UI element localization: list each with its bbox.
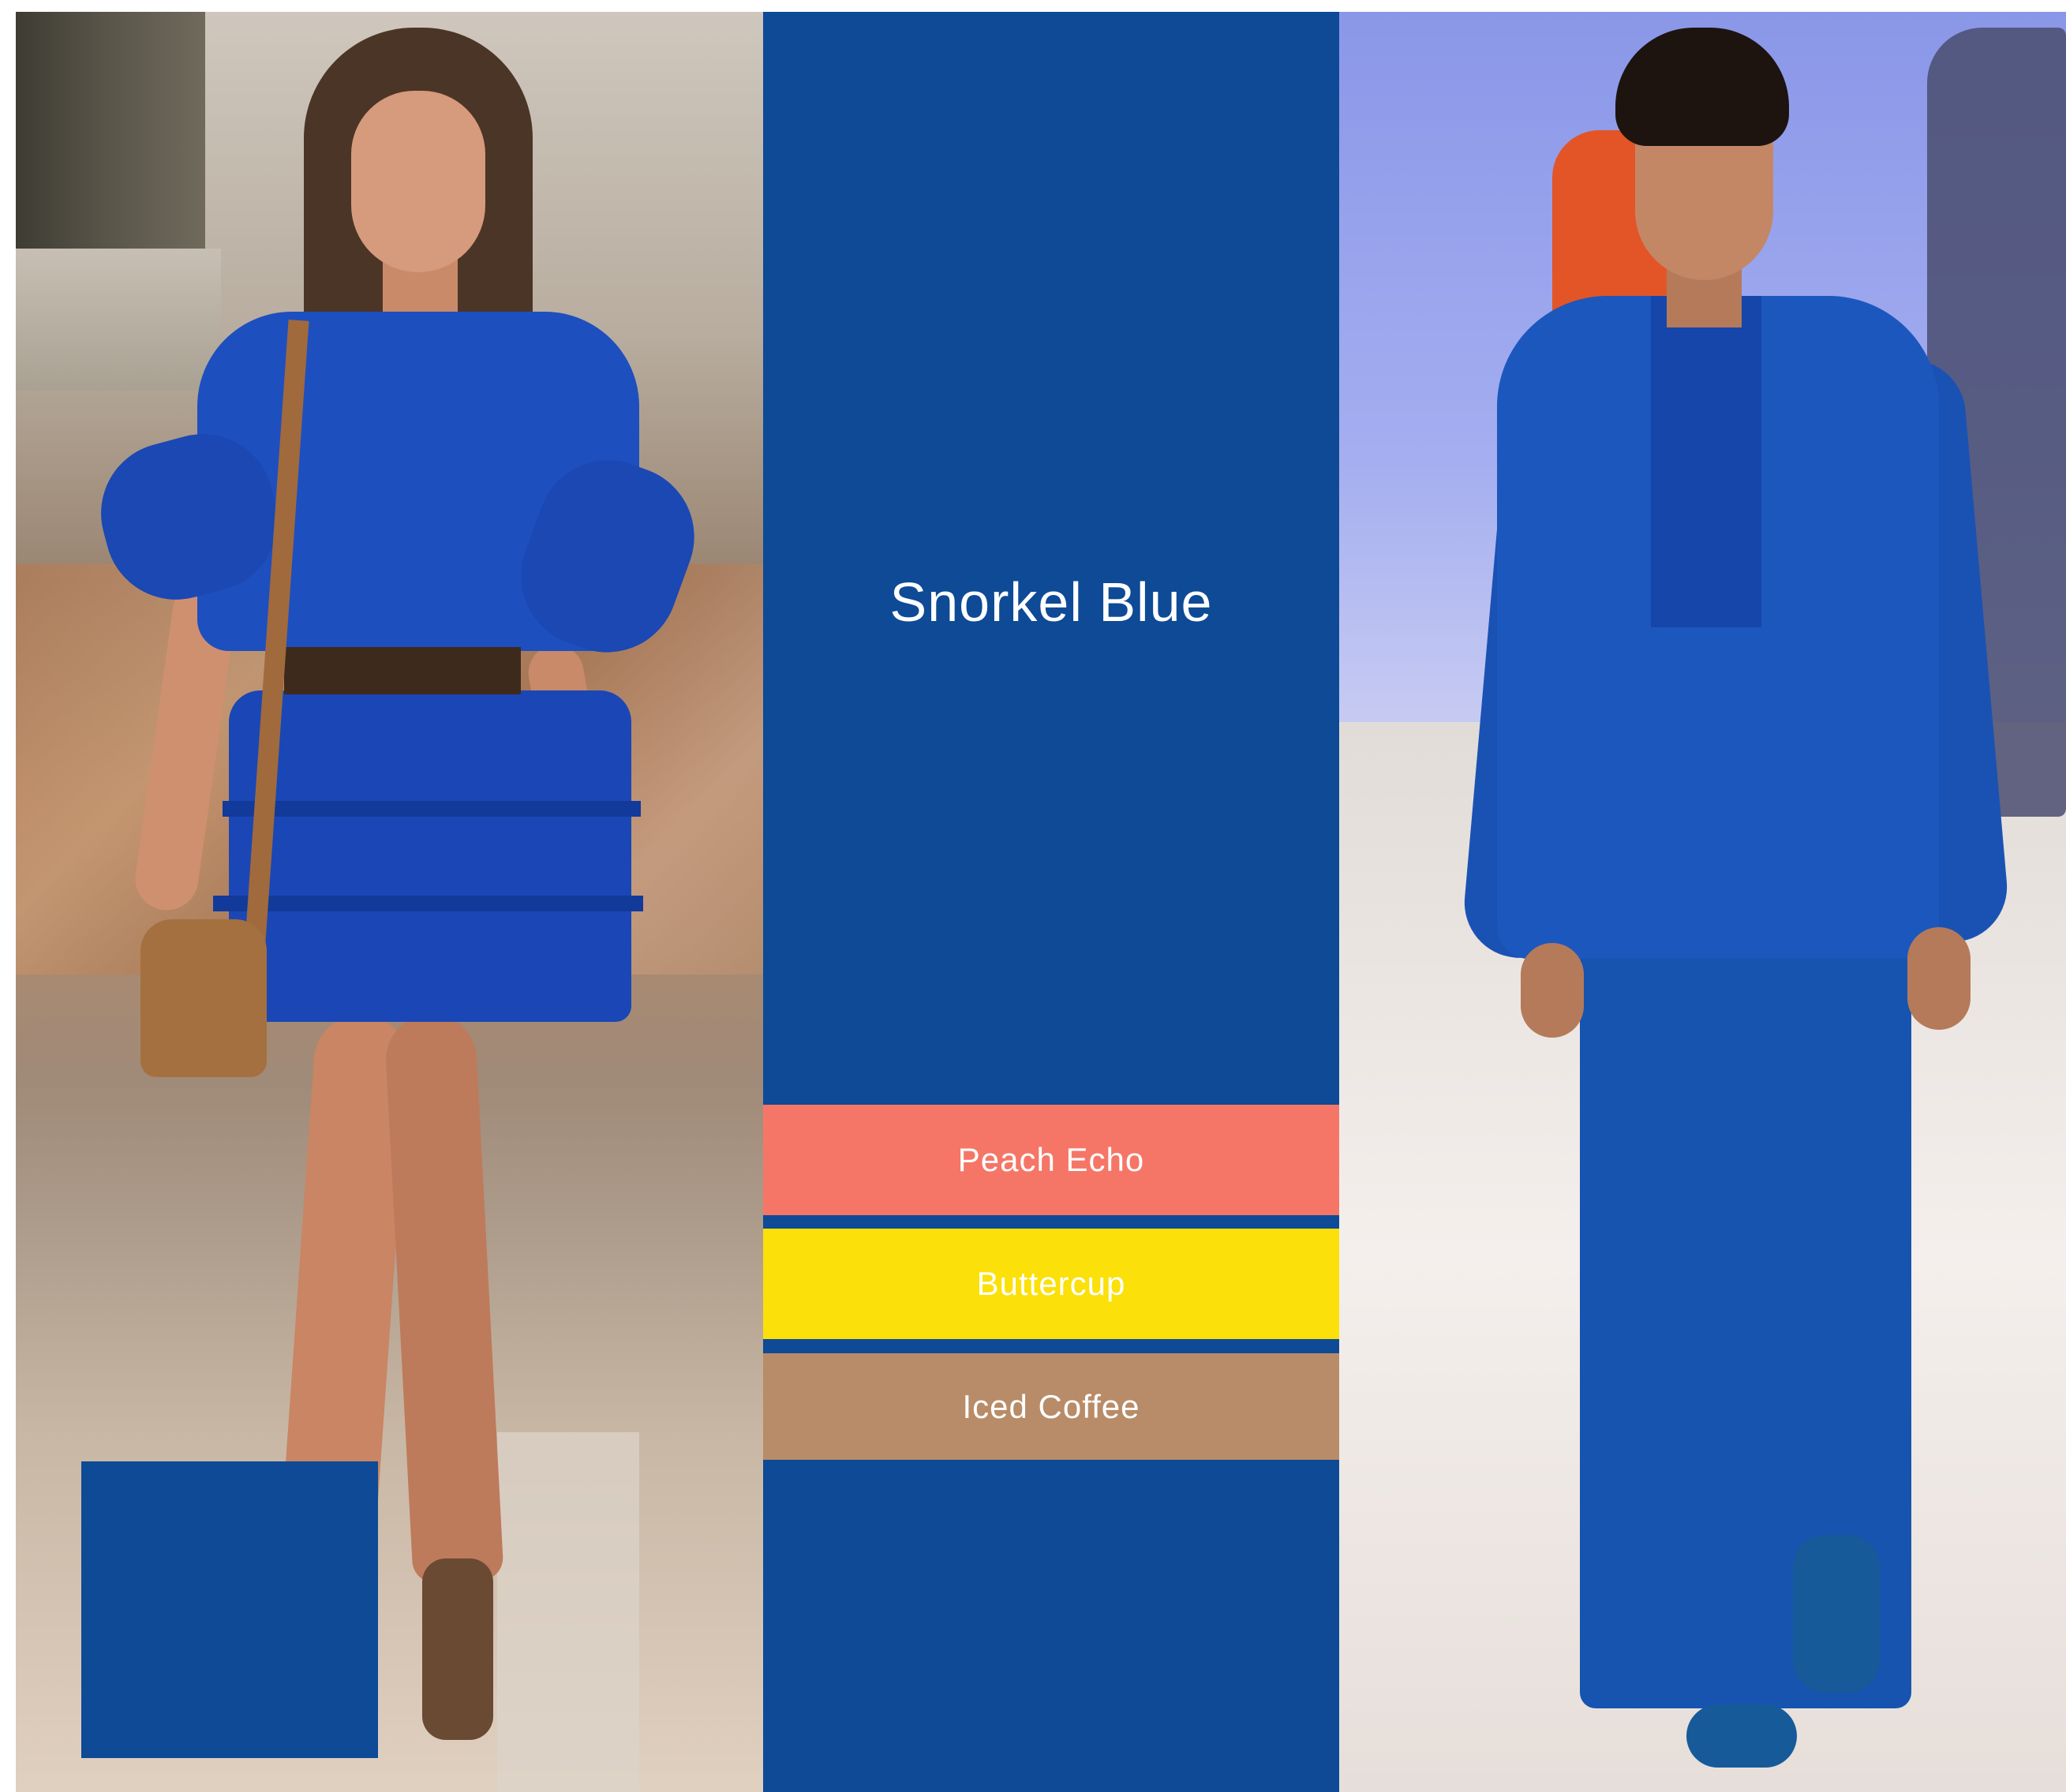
- runway-photo-woman: [16, 12, 763, 1792]
- palette-panel: Snorkel Blue Peach Echo Buttercup Iced C…: [763, 12, 1339, 1792]
- model-face: [351, 91, 485, 272]
- photo-background-pedestal: [16, 249, 221, 391]
- main-color-title: Snorkel Blue: [889, 571, 1213, 633]
- snorkel-blue-swatch: [81, 1461, 378, 1758]
- skirt-ruffle-line: [213, 896, 643, 911]
- color-trend-board: Snorkel Blue Peach Echo Buttercup Iced C…: [16, 12, 2066, 1792]
- model-hand-left: [1521, 943, 1584, 1038]
- accent-label: Iced Coffee: [962, 1387, 1140, 1425]
- photo-floor-stripe: [497, 1432, 639, 1792]
- accent-label: Buttercup: [976, 1265, 1126, 1302]
- strappy-sandal: [422, 1558, 493, 1740]
- model-hand-right: [1907, 927, 1971, 1030]
- brown-belt: [284, 647, 521, 694]
- accent-stripe-peach-echo: Peach Echo: [763, 1105, 1339, 1215]
- accent-stripe-iced-coffee: Iced Coffee: [763, 1353, 1339, 1460]
- runway-photo-man: [1339, 12, 2066, 1792]
- blue-loafer: [1793, 1535, 1880, 1693]
- model-hair: [1615, 28, 1789, 146]
- skirt-ruffle-line: [223, 801, 641, 817]
- blue-ruffle-skirt: [229, 690, 631, 1022]
- accent-stripe-buttercup: Buttercup: [763, 1229, 1339, 1339]
- accent-label: Peach Echo: [957, 1141, 1145, 1178]
- tan-leather-bag: [140, 919, 267, 1077]
- blue-loafer: [1686, 1704, 1797, 1768]
- blue-shirt: [1651, 296, 1761, 627]
